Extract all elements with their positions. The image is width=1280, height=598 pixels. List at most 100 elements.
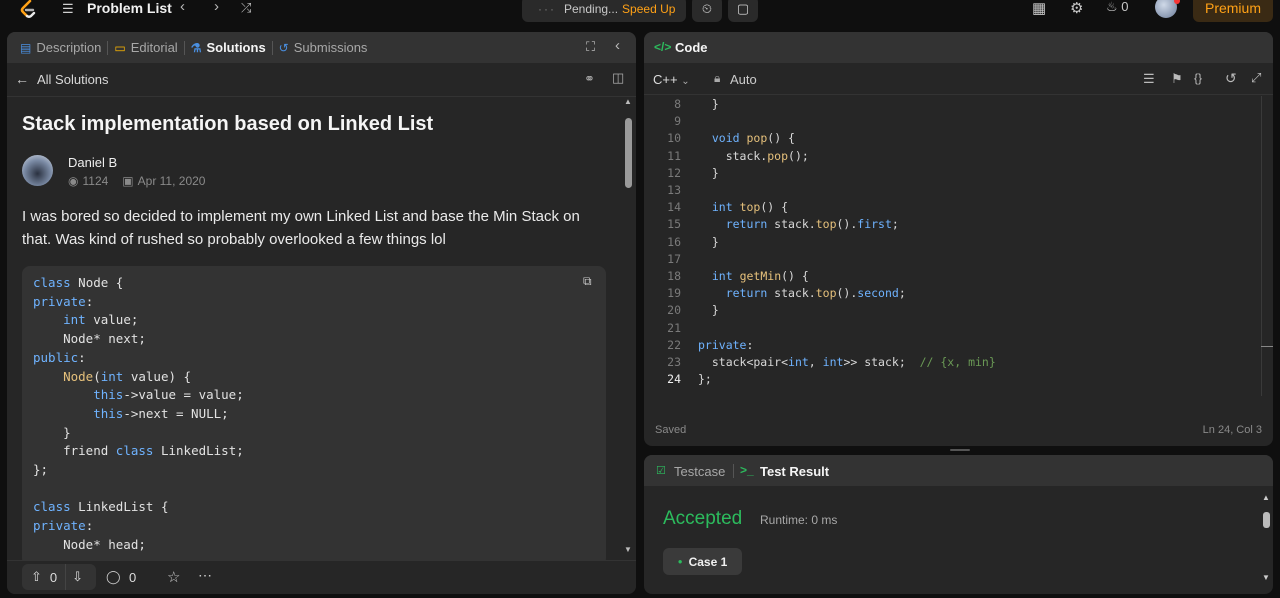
tab-test-result[interactable]: Test Result [760, 464, 829, 479]
tab-description[interactable]: ▤ Description [20, 40, 101, 55]
book-icon: ▭ [114, 40, 126, 55]
split-view-icon[interactable]: ◫ [612, 70, 624, 86]
solution-content: Stack implementation based on Linked Lis… [7, 98, 622, 560]
downvote-icon[interactable]: ⇩ [72, 569, 83, 585]
solution-header-bar: ← All Solutions ⚭ ◫ [7, 63, 636, 97]
fire-icon: ♨ [1106, 0, 1118, 14]
editor-scrollbar[interactable] [1261, 96, 1262, 396]
notes-button[interactable]: ▢ [728, 0, 758, 22]
shuffle-icon[interactable]: ⤮ [241, 0, 251, 16]
streak-count: 0 [1121, 0, 1129, 14]
result-scrollbar[interactable]: ▲ ▼ [1261, 493, 1273, 589]
premium-button[interactable]: Premium [1193, 0, 1273, 22]
link-icon[interactable]: ⚭ [584, 71, 595, 87]
tab-solutions-label: Solutions [206, 40, 266, 55]
cursor-position: Ln 24, Col 3 [1202, 424, 1262, 436]
copy-code-icon[interactable]: ⧉ [583, 274, 612, 289]
pending-label: Pending... [564, 2, 619, 16]
solution-description: I was bored so decided to implement my o… [22, 208, 580, 248]
format-icon[interactable]: ☰ [1143, 71, 1155, 87]
vote-control: ⇧ 0 ⇩ [22, 564, 96, 590]
author-avatar[interactable] [22, 155, 53, 186]
layout-grid-icon[interactable]: ▦ [1032, 0, 1046, 17]
streak-counter[interactable]: ♨ 0 [1106, 0, 1129, 15]
prev-problem-icon[interactable]: ‹ [180, 0, 185, 15]
editor-scroll-marker [1261, 346, 1273, 347]
top-navigation-bar: ☰ Problem List ‹ › ⤮ ··· Pending... Spee… [0, 0, 1280, 32]
run-status-pill[interactable]: ··· Pending... Speed Up [522, 0, 686, 22]
left-tab-bar: ▤ Description ▭ Editorial ⚗ Solutions ↺ … [7, 32, 636, 63]
tab-description-label: Description [36, 40, 102, 55]
view-count: 1124 [82, 174, 109, 188]
notification-dot [1174, 0, 1180, 4]
code-brackets-icon: </> [654, 40, 672, 54]
solution-meta: ◉ 1124 ▣ Apr 11, 2020 [68, 174, 209, 188]
loading-dots-icon: ··· [538, 2, 556, 16]
timer-button[interactable]: ⏲ [692, 0, 722, 22]
more-options-icon[interactable]: ⋯ [198, 567, 212, 584]
save-status: Saved [655, 424, 687, 436]
leetcode-logo-icon[interactable] [18, 0, 38, 18]
resize-handle[interactable] [950, 449, 970, 451]
case-label: Case 1 [688, 554, 728, 569]
note-icon: ▢ [736, 1, 750, 16]
status-dot-icon: ● [677, 557, 683, 566]
editor-toolbar: C++ ⌄ 🔒︎ Auto ☰ ⚑ {} ↺ ⤢ [644, 63, 1273, 95]
checkbox-icon: ☑ [656, 465, 666, 477]
list-icon[interactable]: ☰ [62, 1, 74, 17]
language-selector[interactable]: C++ ⌄ [653, 72, 690, 87]
comment-icon[interactable]: ◯ [106, 569, 121, 585]
all-solutions-link[interactable]: All Solutions [37, 72, 109, 87]
upvote-count: 0 [49, 569, 58, 585]
test-result-panel: ☑ Testcase >_ Test Result Accepted Runti… [644, 455, 1273, 594]
collapse-panel-icon[interactable]: ‹ [615, 37, 620, 54]
scroll-up-icon[interactable]: ▲ [624, 97, 632, 106]
scroll-down-icon[interactable]: ▼ [1262, 573, 1270, 582]
reset-icon[interactable]: ↺ [1225, 70, 1237, 87]
tab-divider [107, 40, 109, 55]
language-label: C++ [653, 72, 678, 87]
lock-icon: 🔒︎ [714, 71, 721, 85]
bookmark-icon[interactable]: ⚑ [1171, 71, 1183, 87]
tab-submissions-label: Submissions [293, 40, 368, 55]
case-1-tab[interactable]: ● Case 1 [663, 548, 742, 575]
eye-icon: ◉ [68, 174, 79, 188]
code-panel-title: Code [675, 40, 708, 55]
problem-list-link[interactable]: Problem List [87, 0, 172, 16]
code-editor[interactable]: 8 } 9 10 void pop() { 11 stack.pop(); 12… [644, 96, 1259, 396]
tab-solutions[interactable]: ⚗ Solutions [191, 40, 266, 55]
braces-icon[interactable]: {} [1194, 71, 1202, 85]
comment-count: 0 [129, 570, 137, 585]
solution-action-bar: ⇧ 0 ⇩ ◯ 0 ☆ ⋯ [7, 560, 636, 594]
flask-icon: ⚗ [190, 40, 202, 55]
scrollbar-thumb[interactable] [625, 118, 632, 188]
gear-icon[interactable]: ⚙ [1070, 0, 1083, 17]
scroll-down-icon[interactable]: ▼ [624, 545, 632, 554]
solution-code-block[interactable]: class Node { private: int value; Node* n… [22, 266, 606, 560]
author-name[interactable]: Daniel B [68, 155, 117, 170]
solution-title: Stack implementation based on Linked Lis… [22, 113, 434, 135]
solutions-panel: ▤ Description ▭ Editorial ⚗ Solutions ↺ … [7, 32, 636, 594]
upvote-icon[interactable]: ⇧ [31, 569, 42, 585]
verdict-label: Accepted [663, 508, 743, 529]
star-icon[interactable]: ☆ [167, 568, 180, 586]
tab-divider [733, 464, 734, 478]
scroll-up-icon[interactable]: ▲ [1262, 493, 1270, 502]
back-arrow-icon[interactable]: ← [15, 71, 29, 87]
scrollbar-thumb[interactable] [1263, 512, 1270, 528]
calendar-icon: ▣ [122, 174, 134, 188]
alarm-clock-icon: ⏲ [701, 1, 713, 16]
tab-divider [183, 40, 185, 55]
next-problem-icon[interactable]: › [214, 0, 219, 15]
speed-up-link[interactable]: Speed Up [622, 2, 675, 16]
maximize-icon[interactable]: ⛶ [586, 39, 595, 55]
tab-divider [271, 40, 273, 55]
fullscreen-icon[interactable]: ⤢ [1251, 70, 1261, 86]
tab-editorial[interactable]: ▭ Editorial [114, 40, 177, 55]
terminal-icon: >_ [740, 463, 754, 477]
tab-submissions[interactable]: ↺ Submissions [279, 40, 368, 55]
auto-mode-label[interactable]: Auto [730, 72, 757, 87]
history-icon: ↺ [278, 40, 289, 55]
tab-testcase[interactable]: Testcase [674, 464, 725, 479]
test-tab-bar: ☑ Testcase >_ Test Result [644, 455, 1273, 486]
